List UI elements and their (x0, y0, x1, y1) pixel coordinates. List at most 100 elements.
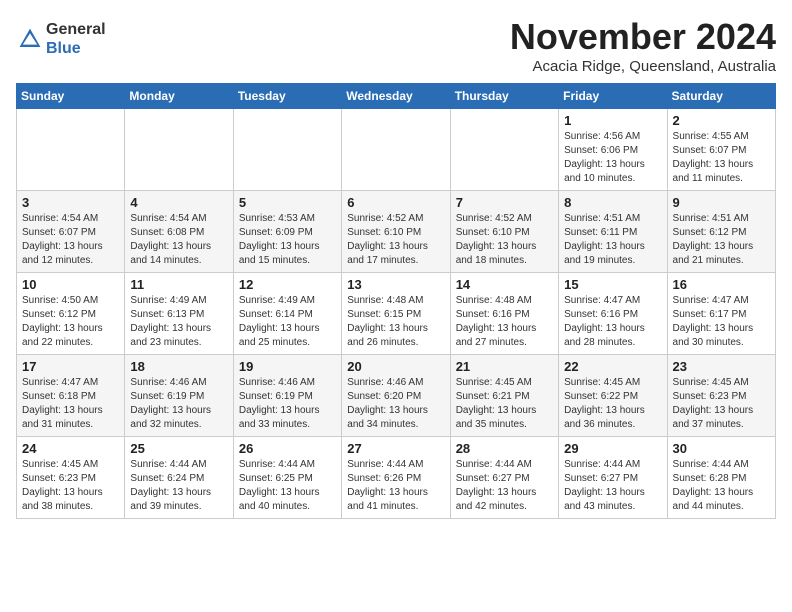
calendar-cell: 5 Sunrise: 4:53 AM Sunset: 6:09 PM Daylig… (233, 191, 341, 273)
day-info: Sunrise: 4:44 AM Sunset: 6:27 PM Dayligh… (564, 458, 661, 514)
calendar-cell (233, 109, 341, 191)
calendar-week-row: 3 Sunrise: 4:54 AM Sunset: 6:07 PM Daylig… (17, 191, 776, 273)
day-info: Sunrise: 4:49 AM Sunset: 6:13 PM Dayligh… (130, 294, 227, 350)
calendar-cell: 25 Sunrise: 4:44 AM Sunset: 6:24 PM Dayli… (125, 437, 233, 519)
calendar-cell: 17 Sunrise: 4:47 AM Sunset: 6:18 PM Dayli… (17, 355, 125, 437)
calendar-header-row: Sunday Monday Tuesday Wednesday Thursday… (17, 84, 776, 109)
calendar-cell (17, 109, 125, 191)
calendar-cell: 4 Sunrise: 4:54 AM Sunset: 6:08 PM Daylig… (125, 191, 233, 273)
day-info: Sunrise: 4:49 AM Sunset: 6:14 PM Dayligh… (239, 294, 336, 350)
calendar-cell: 10 Sunrise: 4:50 AM Sunset: 6:12 PM Dayli… (17, 273, 125, 355)
calendar-cell: 29Sunrise: 4:44 AM Sunset: 6:27 PM Dayli… (559, 437, 667, 519)
calendar-cell: 19 Sunrise: 4:46 AM Sunset: 6:19 PM Dayli… (233, 355, 341, 437)
header-sunday: Sunday (17, 84, 125, 109)
calendar-cell: 16Sunrise: 4:47 AM Sunset: 6:17 PM Dayli… (667, 273, 775, 355)
day-info: Sunrise: 4:46 AM Sunset: 6:20 PM Dayligh… (347, 376, 444, 432)
calendar-cell: 8 Sunrise: 4:51 AM Sunset: 6:11 PM Daylig… (559, 191, 667, 273)
calendar-week-row: 10 Sunrise: 4:50 AM Sunset: 6:12 PM Dayli… (17, 273, 776, 355)
logo: General Blue (16, 20, 106, 58)
calendar-week-row: 1Sunrise: 4:56 AM Sunset: 6:06 PM Daylig… (17, 109, 776, 191)
day-info: Sunrise: 4:51 AM Sunset: 6:11 PM Dayligh… (564, 212, 661, 268)
day-info: Sunrise: 4:47 AM Sunset: 6:16 PM Dayligh… (564, 294, 661, 350)
day-info: Sunrise: 4:48 AM Sunset: 6:15 PM Dayligh… (347, 294, 444, 350)
day-number: 18 (130, 359, 227, 374)
day-number: 17 (22, 359, 119, 374)
header-tuesday: Tuesday (233, 84, 341, 109)
day-number: 15 (564, 277, 661, 292)
calendar-cell: 6Sunrise: 4:52 AM Sunset: 6:10 PM Daylig… (342, 191, 450, 273)
logo-icon (18, 27, 42, 51)
calendar-cell: 23 Sunrise: 4:45 AM Sunset: 6:23 PM Dayli… (667, 355, 775, 437)
calendar-cell: 26 Sunrise: 4:44 AM Sunset: 6:25 PM Dayli… (233, 437, 341, 519)
day-number: 13 (347, 277, 444, 292)
day-info: Sunrise: 4:44 AM Sunset: 6:27 PM Dayligh… (456, 458, 553, 514)
day-info: Sunrise: 4:47 AM Sunset: 6:18 PM Dayligh… (22, 376, 119, 432)
day-info: Sunrise: 4:50 AM Sunset: 6:12 PM Dayligh… (22, 294, 119, 350)
header-saturday: Saturday (667, 84, 775, 109)
day-number: 25 (130, 441, 227, 456)
calendar-cell: 11 Sunrise: 4:49 AM Sunset: 6:13 PM Dayli… (125, 273, 233, 355)
calendar-cell: 28 Sunrise: 4:44 AM Sunset: 6:27 PM Dayli… (450, 437, 558, 519)
page-header: General Blue November 2024 Acacia Ridge,… (16, 16, 776, 75)
day-info: Sunrise: 4:54 AM Sunset: 6:08 PM Dayligh… (130, 212, 227, 268)
day-info: Sunrise: 4:48 AM Sunset: 6:16 PM Dayligh… (456, 294, 553, 350)
day-number: 3 (22, 195, 119, 210)
title-block: November 2024 Acacia Ridge, Queensland, … (510, 16, 776, 75)
day-info: Sunrise: 4:44 AM Sunset: 6:28 PM Dayligh… (673, 458, 770, 514)
day-number: 22 (564, 359, 661, 374)
day-info: Sunrise: 4:44 AM Sunset: 6:26 PM Dayligh… (347, 458, 444, 514)
day-info: Sunrise: 4:44 AM Sunset: 6:25 PM Dayligh… (239, 458, 336, 514)
day-number: 12 (239, 277, 336, 292)
calendar-cell: 22Sunrise: 4:45 AM Sunset: 6:22 PM Dayli… (559, 355, 667, 437)
day-info: Sunrise: 4:54 AM Sunset: 6:07 PM Dayligh… (22, 212, 119, 268)
header-friday: Friday (559, 84, 667, 109)
day-number: 23 (673, 359, 770, 374)
day-info: Sunrise: 4:56 AM Sunset: 6:06 PM Dayligh… (564, 130, 661, 186)
header-monday: Monday (125, 84, 233, 109)
day-number: 26 (239, 441, 336, 456)
calendar-cell: 21 Sunrise: 4:45 AM Sunset: 6:21 PM Dayli… (450, 355, 558, 437)
calendar-week-row: 24 Sunrise: 4:45 AM Sunset: 6:23 PM Dayli… (17, 437, 776, 519)
day-number: 7 (456, 195, 553, 210)
day-info: Sunrise: 4:45 AM Sunset: 6:21 PM Dayligh… (456, 376, 553, 432)
day-info: Sunrise: 4:53 AM Sunset: 6:09 PM Dayligh… (239, 212, 336, 268)
day-info: Sunrise: 4:45 AM Sunset: 6:23 PM Dayligh… (22, 458, 119, 514)
day-number: 11 (130, 277, 227, 292)
calendar-table: Sunday Monday Tuesday Wednesday Thursday… (16, 83, 776, 519)
logo-general-text: General (46, 20, 106, 39)
calendar-cell: 12 Sunrise: 4:49 AM Sunset: 6:14 PM Dayli… (233, 273, 341, 355)
day-info: Sunrise: 4:46 AM Sunset: 6:19 PM Dayligh… (239, 376, 336, 432)
calendar-cell: 30Sunrise: 4:44 AM Sunset: 6:28 PM Dayli… (667, 437, 775, 519)
day-number: 9 (673, 195, 770, 210)
day-info: Sunrise: 4:44 AM Sunset: 6:24 PM Dayligh… (130, 458, 227, 514)
day-info: Sunrise: 4:51 AM Sunset: 6:12 PM Dayligh… (673, 212, 770, 268)
day-number: 14 (456, 277, 553, 292)
day-info: Sunrise: 4:47 AM Sunset: 6:17 PM Dayligh… (673, 294, 770, 350)
day-number: 2 (673, 113, 770, 128)
day-info: Sunrise: 4:46 AM Sunset: 6:19 PM Dayligh… (130, 376, 227, 432)
day-number: 24 (22, 441, 119, 456)
day-number: 10 (22, 277, 119, 292)
calendar-cell: 1Sunrise: 4:56 AM Sunset: 6:06 PM Daylig… (559, 109, 667, 191)
location-text: Acacia Ridge, Queensland, Australia (510, 58, 776, 75)
day-number: 5 (239, 195, 336, 210)
day-info: Sunrise: 4:55 AM Sunset: 6:07 PM Dayligh… (673, 130, 770, 186)
day-number: 21 (456, 359, 553, 374)
calendar-week-row: 17 Sunrise: 4:47 AM Sunset: 6:18 PM Dayli… (17, 355, 776, 437)
calendar-cell: 14 Sunrise: 4:48 AM Sunset: 6:16 PM Dayli… (450, 273, 558, 355)
day-number: 28 (456, 441, 553, 456)
day-number: 8 (564, 195, 661, 210)
day-info: Sunrise: 4:52 AM Sunset: 6:10 PM Dayligh… (456, 212, 553, 268)
day-number: 4 (130, 195, 227, 210)
calendar-cell: 18 Sunrise: 4:46 AM Sunset: 6:19 PM Dayli… (125, 355, 233, 437)
calendar-cell: 15 Sunrise: 4:47 AM Sunset: 6:16 PM Dayli… (559, 273, 667, 355)
calendar-cell: 2 Sunrise: 4:55 AM Sunset: 6:07 PM Daylig… (667, 109, 775, 191)
calendar-cell: 7 Sunrise: 4:52 AM Sunset: 6:10 PM Daylig… (450, 191, 558, 273)
calendar-cell: 3 Sunrise: 4:54 AM Sunset: 6:07 PM Daylig… (17, 191, 125, 273)
day-info: Sunrise: 4:45 AM Sunset: 6:23 PM Dayligh… (673, 376, 770, 432)
day-number: 19 (239, 359, 336, 374)
logo-blue-text: Blue (46, 39, 106, 58)
month-title: November 2024 (510, 16, 776, 58)
calendar-cell: 9 Sunrise: 4:51 AM Sunset: 6:12 PM Daylig… (667, 191, 775, 273)
calendar-cell: 13 Sunrise: 4:48 AM Sunset: 6:15 PM Dayli… (342, 273, 450, 355)
